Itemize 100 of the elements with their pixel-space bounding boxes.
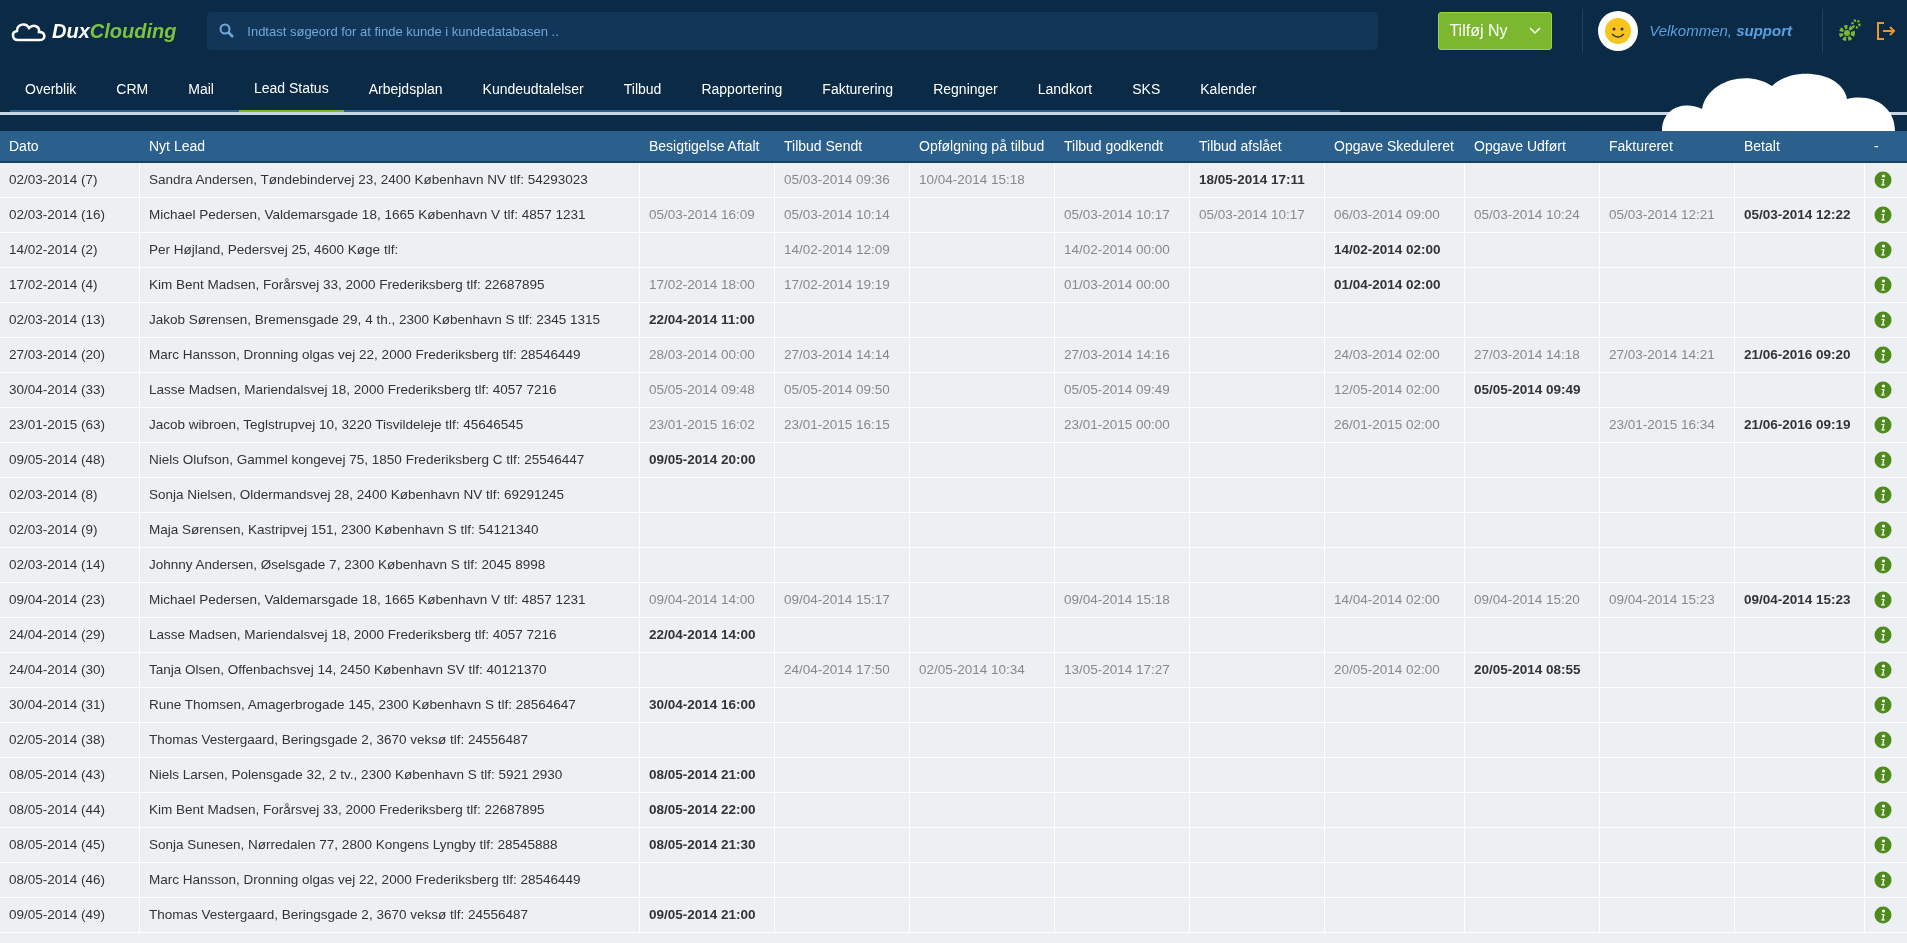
column-header[interactable]: Faktureret bbox=[1600, 135, 1735, 157]
table-cell-text: 24/04-2014 (30) bbox=[9, 660, 106, 679]
date-cell-text: 05/03-2014 10:17 bbox=[1064, 205, 1170, 224]
date-cell-text: 27/03-2014 14:14 bbox=[784, 345, 890, 364]
date-cell-text: 05/03-2014 10:24 bbox=[1474, 205, 1580, 224]
table-cell-text: Sonja Sunesen, Nørredalen 77, 2800 Kongens Lyngby tlf: 28545888 bbox=[149, 835, 558, 854]
date-cell-text: 23/01-2015 16:15 bbox=[784, 415, 890, 434]
table-cell-text: 08/05-2014 (46) bbox=[9, 870, 106, 889]
date-cell-text: 21/06-2016 09:20 bbox=[1744, 345, 1851, 364]
info-icon[interactable] bbox=[1873, 171, 1892, 189]
nav-tab[interactable]: Kundeudtalelser bbox=[467, 66, 599, 112]
nav-tab[interactable]: Regninger bbox=[918, 66, 1013, 112]
date-cell-text: 01/03-2014 00:00 bbox=[1064, 275, 1170, 294]
info-icon[interactable] bbox=[1873, 346, 1892, 364]
table-cell-text: 23/01-2015 (63) bbox=[9, 415, 106, 434]
table-cell-text: 02/05-2014 (38) bbox=[9, 730, 106, 749]
cloud-logo-icon bbox=[10, 20, 48, 42]
logo[interactable]: DuxClouding bbox=[10, 16, 178, 46]
date-cell-text: 24/04-2014 17:50 bbox=[784, 660, 890, 679]
nav-tab[interactable]: CRM bbox=[101, 66, 164, 112]
info-icon[interactable] bbox=[1873, 591, 1892, 609]
table-cell-text: 09/05-2014 (49) bbox=[9, 905, 106, 924]
info-icon[interactable] bbox=[1873, 486, 1892, 504]
table-cell-text: 24/04-2014 (29) bbox=[9, 625, 106, 644]
date-cell-text: 14/02-2014 12:09 bbox=[784, 240, 890, 259]
date-cell-text: 05/03-2014 10:14 bbox=[784, 205, 890, 224]
date-cell-text: 05/03-2014 12:21 bbox=[1609, 205, 1715, 224]
chevron-down-icon bbox=[1529, 27, 1542, 35]
nav-tab[interactable]: Mail bbox=[173, 66, 229, 112]
logout-icon[interactable] bbox=[1875, 20, 1897, 42]
nav-tab[interactable]: Landkort bbox=[1022, 66, 1108, 112]
welcome-text: Velkommen, support bbox=[1649, 20, 1792, 41]
logo-text: DuxClouding bbox=[52, 19, 177, 44]
date-cell-text: 22/04-2014 11:00 bbox=[649, 310, 755, 329]
column-header[interactable]: Nyt Lead bbox=[140, 135, 640, 157]
column-header[interactable]: Tilbud afslået bbox=[1190, 135, 1325, 157]
column-header[interactable]: Dato bbox=[0, 135, 140, 157]
info-icon[interactable] bbox=[1873, 381, 1892, 399]
date-cell-text: 28/03-2014 00:00 bbox=[649, 345, 755, 364]
table-cell-text: 02/03-2014 (13) bbox=[9, 310, 106, 329]
nav-tab[interactable]: Arbejdsplan bbox=[353, 66, 458, 112]
nav-tab[interactable]: SKS bbox=[1117, 66, 1176, 112]
info-icon[interactable] bbox=[1873, 836, 1892, 854]
date-cell-text: 09/04-2014 14:00 bbox=[649, 590, 755, 609]
table-cell-text: 27/03-2014 (20) bbox=[9, 345, 106, 364]
nav-tab[interactable]: Kalender bbox=[1185, 66, 1272, 112]
column-header[interactable]: Opgave Skeduleret bbox=[1325, 135, 1465, 157]
date-cell-text: 23/01-2015 00:00 bbox=[1064, 415, 1170, 434]
table-cell-text: Maja Sørensen, Kastripvej 151, 2300 København S tlf: 54121340 bbox=[149, 520, 539, 539]
nav-tab[interactable]: Overblik bbox=[10, 66, 92, 112]
date-cell-text: 30/04-2014 16:00 bbox=[649, 695, 756, 714]
table-cell-text: Niels Larsen, Polensgade 32, 2 tv., 2300 København S tlf: 5921 2930 bbox=[149, 765, 563, 784]
date-cell-text: 09/04-2014 15:23 bbox=[1744, 590, 1851, 609]
date-cell-text: 09/04-2014 15:17 bbox=[784, 590, 890, 609]
date-cell-text: 08/05-2014 21:00 bbox=[649, 765, 756, 784]
info-icon[interactable] bbox=[1873, 451, 1892, 469]
settings-icon[interactable] bbox=[1837, 19, 1861, 43]
date-cell-text: 05/05-2014 09:49 bbox=[1474, 380, 1581, 399]
date-cell-text: 09/05-2014 21:00 bbox=[649, 905, 756, 924]
table-cell-text: Lasse Madsen, Mariendalsvej 18, 2000 Frederiksberg tlf: 4057 7216 bbox=[149, 380, 557, 399]
nav-tab[interactable]: Rapportering bbox=[686, 66, 798, 112]
info-icon[interactable] bbox=[1873, 276, 1892, 294]
info-icon[interactable] bbox=[1873, 801, 1892, 819]
info-icon[interactable] bbox=[1873, 521, 1892, 539]
nav-tab[interactable]: Tilbud bbox=[608, 66, 677, 112]
table-cell-text: 08/05-2014 (44) bbox=[9, 800, 106, 819]
table-cell-text: 02/03-2014 (16) bbox=[9, 205, 106, 224]
nav-tab[interactable]: Fakturering bbox=[807, 66, 909, 112]
info-icon[interactable] bbox=[1873, 661, 1892, 679]
sun-avatar-icon[interactable] bbox=[1597, 10, 1640, 52]
table-cell-text: Thomas Vestergaard, Beringsgade 2, 3670 veksø tlf: 24556487 bbox=[149, 730, 528, 749]
search-field[interactable]: Indtast søgeord for at finde kunde i kundedatabasen .. bbox=[207, 12, 1379, 50]
info-icon[interactable] bbox=[1873, 556, 1892, 574]
column-header[interactable]: - bbox=[1865, 135, 1900, 157]
info-icon[interactable] bbox=[1873, 311, 1892, 329]
info-icon[interactable] bbox=[1873, 906, 1892, 924]
column-header[interactable]: Tilbud Sendt bbox=[775, 135, 910, 157]
table-cell-text: Marc Hansson, Dronning olgas vej 22, 2000 Frederiksberg tlf: 28546449 bbox=[149, 345, 581, 364]
date-cell-text: 18/05-2014 17:11 bbox=[1199, 170, 1305, 189]
column-header[interactable]: Besigtigelse Aftalt bbox=[640, 135, 775, 157]
date-cell-text: 23/01-2015 16:34 bbox=[1609, 415, 1715, 434]
info-icon[interactable] bbox=[1873, 206, 1892, 224]
info-icon[interactable] bbox=[1873, 241, 1892, 259]
column-header[interactable]: Betalt bbox=[1735, 135, 1865, 157]
date-cell-text: 01/04-2014 02:00 bbox=[1334, 275, 1441, 294]
info-icon[interactable] bbox=[1873, 871, 1892, 889]
date-cell-text: 17/02-2014 19:19 bbox=[784, 275, 890, 294]
table-cell-text: 14/02-2014 (2) bbox=[9, 240, 98, 259]
info-icon[interactable] bbox=[1873, 766, 1892, 784]
info-icon[interactable] bbox=[1873, 626, 1892, 644]
column-header[interactable]: Opgave Udført bbox=[1465, 135, 1600, 157]
date-cell-text: 06/03-2014 09:00 bbox=[1334, 205, 1440, 224]
info-icon[interactable] bbox=[1873, 696, 1892, 714]
table-cell-text: Sonja Nielsen, Oldermandsvej 28, 2400 København NV tlf: 69291245 bbox=[149, 485, 564, 504]
column-header[interactable]: Opfølgning på tilbud bbox=[910, 135, 1055, 157]
column-header[interactable]: Tilbud godkendt bbox=[1055, 135, 1190, 157]
info-icon[interactable] bbox=[1873, 731, 1892, 749]
table-cell-text: Marc Hansson, Dronning olgas vej 22, 2000 Frederiksberg tlf: 28546449 bbox=[149, 870, 581, 889]
info-icon[interactable] bbox=[1873, 416, 1892, 434]
date-cell-text: 20/05-2014 02:00 bbox=[1334, 660, 1440, 679]
